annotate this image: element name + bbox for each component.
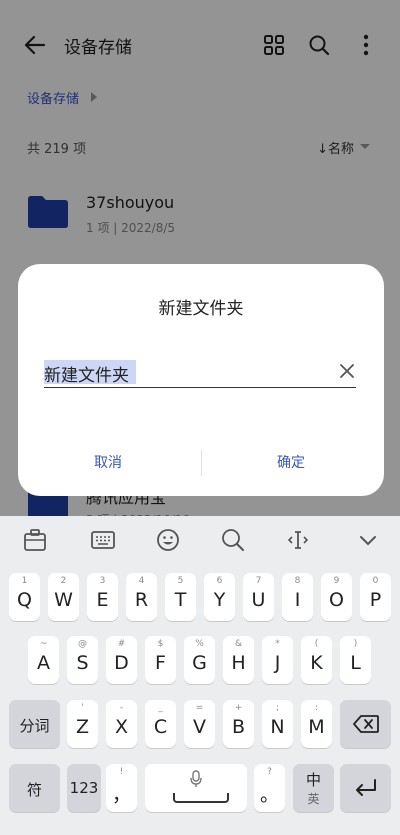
key-z[interactable]: ' Z (67, 700, 98, 748)
number-key[interactable]: 123 (67, 764, 101, 812)
clear-icon[interactable] (338, 362, 356, 380)
emoji-icon[interactable] (154, 526, 182, 554)
backspace-key[interactable] (340, 700, 391, 748)
key-o[interactable]: 9O (321, 573, 352, 621)
enter-key[interactable] (340, 764, 391, 812)
key-a[interactable]: ~ A (28, 636, 59, 684)
button-divider (201, 450, 202, 476)
comma-key[interactable]: !， (106, 764, 137, 812)
key-d[interactable]: # D (106, 636, 137, 684)
key-x[interactable]: -X (106, 700, 137, 748)
key-c[interactable]: _ C (145, 700, 176, 748)
key-n[interactable]: ; N (262, 700, 293, 748)
key-f[interactable]: $ F (145, 636, 176, 684)
key-m[interactable]: :M (301, 700, 332, 748)
fenci-key[interactable]: 分词 (9, 700, 60, 748)
microphone-icon (190, 770, 202, 787)
search-icon[interactable] (219, 526, 247, 554)
key-q[interactable]: 1Q (9, 573, 40, 621)
key-l[interactable]: ) L (340, 636, 371, 684)
cursor-move-icon[interactable] (284, 526, 312, 554)
clipboard-icon[interactable] (21, 526, 49, 554)
key-t[interactable]: 5T (165, 573, 196, 621)
backspace-icon (353, 715, 379, 733)
period-key[interactable]: ?。 (254, 764, 285, 812)
space-bar-icon (173, 793, 229, 803)
key-v[interactable]: = V (184, 700, 215, 748)
folder-name-field[interactable]: 新建文件夹 (44, 358, 356, 388)
key-i[interactable]: 8I (282, 573, 313, 621)
key-u[interactable]: 7U (243, 573, 274, 621)
key-p[interactable]: 0P (360, 573, 391, 621)
key-j[interactable]: * J (262, 636, 293, 684)
key-k[interactable]: (K (301, 636, 332, 684)
symbol-key[interactable]: 符 (9, 764, 60, 812)
keyboard-icon[interactable] (89, 526, 117, 554)
space-key[interactable] (145, 764, 247, 812)
key-r[interactable]: 4R (126, 573, 157, 621)
enter-icon (356, 779, 376, 796)
chevron-down-icon[interactable] (354, 526, 382, 554)
key-s[interactable]: @ S (67, 636, 98, 684)
folder-name-input[interactable]: 新建文件夹 (44, 361, 129, 386)
key-b[interactable]: + B (223, 700, 254, 748)
key-w[interactable]: 2W (48, 573, 79, 621)
cancel-button[interactable]: 取消 (94, 452, 122, 472)
key-e[interactable]: 3E (87, 573, 118, 621)
new-folder-dialog: 新建文件夹 新建文件夹 取消 确定 (18, 264, 384, 496)
language-switch-key[interactable]: 中 英 (293, 764, 334, 812)
confirm-button[interactable]: 确定 (277, 452, 305, 472)
key-h[interactable]: & H (223, 636, 254, 684)
key-y[interactable]: 6Y (204, 573, 235, 621)
key-g[interactable]: % G (184, 636, 215, 684)
soft-keyboard: 1Q 2W 3E 4R 5T 6Y 7U 8I 9O 0P ~ A @ S # D $… (0, 516, 400, 835)
dialog-title: 新建文件夹 (158, 299, 244, 319)
